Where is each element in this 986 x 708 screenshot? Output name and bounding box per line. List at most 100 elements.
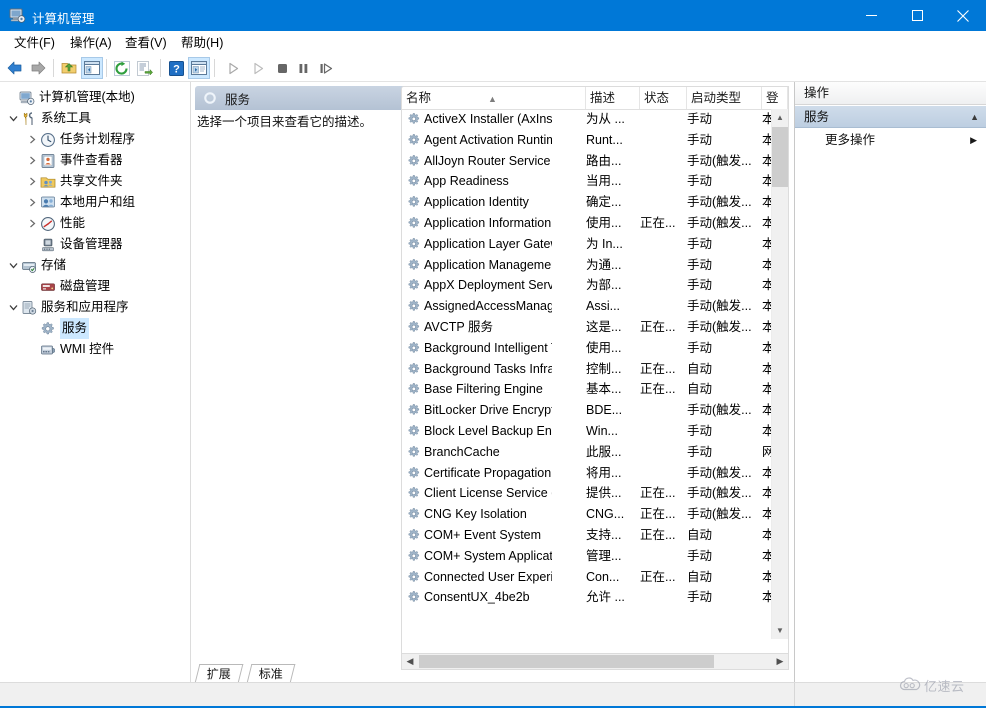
services-rows[interactable]: ActiveX Installer (AxInstSV)为从 ...手动本Age…	[402, 109, 774, 639]
services-list-view[interactable]: 名称 ▲ 描述 状态 启动类型 登 ActiveX Installer (AxI…	[401, 86, 789, 660]
more-actions-item[interactable]: 更多操作 ▶	[795, 130, 986, 151]
list-header-row: 名称 ▲ 描述 状态 启动类型 登	[402, 87, 788, 110]
menu-file[interactable]: 文件(F)	[8, 35, 61, 52]
tree-item-event-viewer[interactable]: 事件查看器	[25, 150, 123, 171]
description-header: 服务	[195, 86, 407, 110]
vertical-scroll-thumb[interactable]	[772, 127, 788, 187]
cell-description: Runt...	[586, 132, 623, 147]
table-row[interactable]: Client License Service (Cli... 提供... 正在...…	[402, 483, 774, 504]
menu-view[interactable]: 查看(V)	[119, 35, 173, 52]
list-vertical-scrollbar[interactable]: ▲ ▼	[771, 109, 788, 639]
tree-item-local-users-groups[interactable]: 本地用户和组	[25, 192, 135, 213]
table-row[interactable]: Certificate Propagation 将用... 手动(触发... 本	[402, 463, 774, 484]
chevron-right-icon[interactable]	[25, 129, 39, 150]
console-tree[interactable]: 计算机管理(本地) 系统工具 任务计划程序 事件查看器 共享文件夹 本地用户和组…	[0, 82, 191, 682]
table-row[interactable]: CNG Key Isolation CNG... 正在... 手动(触发... 本	[402, 504, 774, 525]
menu-action[interactable]: 操作(A)	[64, 35, 118, 52]
refresh-button[interactable]	[111, 57, 133, 79]
table-row[interactable]: BitLocker Drive Encryptio... BDE... 手动(触发.…	[402, 400, 774, 421]
tree-item-wmi-control[interactable]: WMI 控件	[25, 339, 114, 360]
tree-item-computer-management[interactable]: 计算机管理(本地)	[4, 87, 135, 108]
table-row[interactable]: BranchCache 此服... 手动网	[402, 442, 774, 463]
table-row[interactable]: Application Management 为通... 手动本	[402, 255, 774, 276]
chevron-down-icon[interactable]	[6, 108, 20, 129]
cell-startup-type: 手动	[687, 340, 713, 355]
chevron-right-icon[interactable]	[25, 171, 39, 192]
table-row[interactable]: Application Layer Gatewa...为 In...手动本	[402, 234, 774, 255]
table-row[interactable]: AssignedAccessManager...Assi...手动(触发...本	[402, 296, 774, 317]
help-button[interactable]: ?	[165, 57, 187, 79]
tree-item-task-scheduler[interactable]: 任务计划程序	[25, 129, 135, 150]
column-status[interactable]: 状态	[640, 87, 687, 109]
table-row[interactable]: Background Tasks Infras...控制...正在...自动本	[402, 359, 774, 380]
column-description[interactable]: 描述	[586, 87, 640, 109]
tree-item-storage[interactable]: 存储	[6, 255, 66, 276]
chevron-right-icon[interactable]	[25, 192, 39, 213]
more-actions-label: 更多操作	[825, 133, 876, 147]
device-manager-icon	[39, 236, 57, 254]
up-one-level-button[interactable]	[58, 57, 80, 79]
table-row[interactable]: AppX Deployment Servic...为部...手动本	[402, 275, 774, 296]
tree-item-services-applications[interactable]: 服务和应用程序	[6, 297, 129, 318]
table-row[interactable]: ActiveX Installer (AxInstSV)为从 ...手动本	[402, 109, 774, 130]
chevron-down-icon[interactable]	[6, 255, 20, 276]
cell-status: 正在...	[640, 361, 676, 376]
tab-extended[interactable]: 扩展	[194, 664, 244, 683]
cell-startup-type: 手动	[687, 236, 713, 251]
tree-item-device-manager[interactable]: 设备管理器	[25, 234, 123, 255]
table-row[interactable]: COM+ System Application管理...手动本	[402, 546, 774, 567]
chevron-down-icon[interactable]	[6, 297, 20, 318]
show-hide-tree-button[interactable]	[81, 57, 103, 79]
column-logon-as[interactable]: 登	[762, 87, 788, 109]
menu-help[interactable]: 帮助(H)	[175, 35, 229, 52]
start-service-button	[222, 57, 244, 79]
tree-item-services[interactable]: 服务	[25, 318, 90, 339]
status-bar	[0, 682, 986, 707]
table-row[interactable]: App Readiness 当用... 手动本	[402, 171, 774, 192]
tree-item-label: 性能	[60, 216, 86, 230]
watermark: 亿速云	[899, 676, 965, 695]
back-button[interactable]	[4, 57, 26, 79]
chevron-right-icon[interactable]	[25, 213, 39, 234]
table-row[interactable]: Connected User Experien...Con...正在...自动本	[402, 567, 774, 588]
actions-section-services[interactable]: 服务 ▲	[795, 106, 986, 128]
tab-standard[interactable]: 标准	[246, 664, 296, 683]
cell-description: 将用...	[586, 465, 622, 480]
cell-name: Background Tasks Infras...	[424, 361, 552, 376]
tree-item-label: 计算机管理(本地)	[39, 90, 135, 104]
expander-none	[25, 276, 39, 297]
cell-status	[640, 442, 684, 463]
table-row[interactable]: Application Information 使用... 正在... 手动(触发..…	[402, 213, 774, 234]
minimize-button[interactable]	[848, 0, 894, 31]
column-name[interactable]: 名称 ▲	[402, 87, 586, 109]
forward-button[interactable]	[27, 57, 49, 79]
table-row[interactable]: ConsentUX_4be2b 允许 ... 手动本	[402, 587, 774, 608]
tree-item-disk-management[interactable]: 磁盘管理	[25, 276, 110, 297]
view-tabs[interactable]: 扩展 标准	[191, 664, 793, 684]
chevron-right-icon[interactable]	[25, 150, 39, 171]
table-row[interactable]: Block Level Backup Engi...Win...手动本	[402, 421, 774, 442]
cell-status: 正在...	[640, 486, 676, 501]
table-row[interactable]: Application Identity 确定... 手动(触发... 本	[402, 192, 774, 213]
computer-icon	[18, 89, 36, 107]
table-row[interactable]: COM+ Event System 支持... 正在... 自动本	[402, 525, 774, 546]
tree-item-shared-folders[interactable]: 共享文件夹	[25, 171, 123, 192]
maximize-button[interactable]	[894, 0, 940, 31]
scroll-up-button[interactable]: ▲	[772, 109, 788, 126]
tree-item-performance[interactable]: 性能	[25, 213, 85, 234]
close-button[interactable]	[940, 0, 986, 31]
scroll-down-button[interactable]: ▼	[772, 622, 788, 639]
table-row[interactable]: AVCTP 服务 这是... 正在... 手动(触发... 本	[402, 317, 774, 338]
export-list-button[interactable]	[134, 57, 156, 79]
table-row[interactable]: Background Intelligent T...使用...手动本	[402, 338, 774, 359]
table-row[interactable]: AllJoyn Router Service 路由... 手动(触发... 本	[402, 151, 774, 172]
properties-button[interactable]	[188, 57, 210, 79]
chevron-up-icon[interactable]: ▲	[970, 106, 979, 128]
table-row[interactable]: Base Filtering Engine 基本... 正在... 自动本	[402, 379, 774, 400]
column-startup-type[interactable]: 启动类型	[687, 87, 762, 109]
cell-startup-type: 手动	[687, 112, 713, 126]
table-row[interactable]: Agent Activation Runtime...Runt...手动本	[402, 130, 774, 151]
tree-item-system-tools[interactable]: 系统工具	[6, 108, 91, 129]
service-gear-icon	[407, 299, 421, 313]
computer-management-window: 计算机管理 文件(F) 操作(A) 查看(V) 帮助(H) ? 计算机管理(本地…	[0, 0, 986, 708]
